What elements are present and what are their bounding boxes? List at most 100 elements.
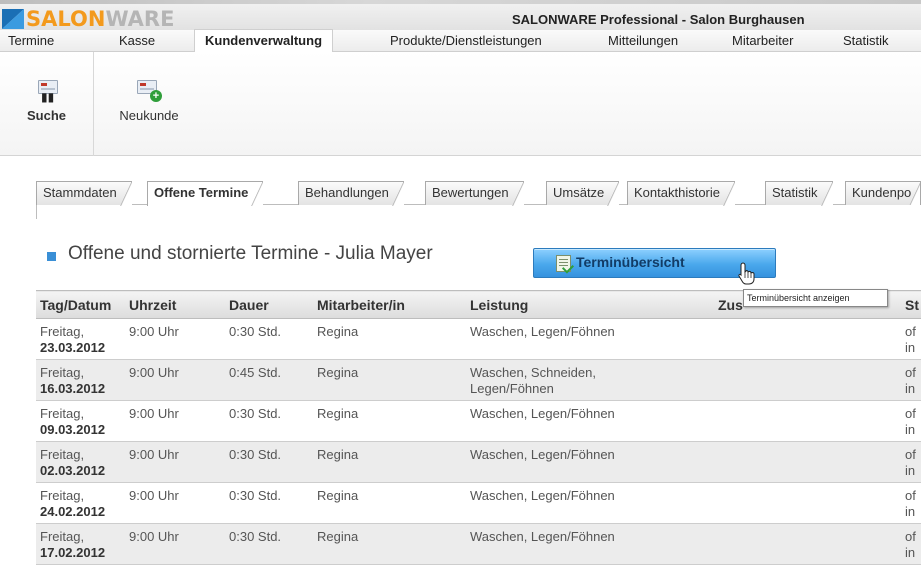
menu-item-termine[interactable]: Termine bbox=[8, 30, 54, 52]
tab-statistik[interactable]: Statistik bbox=[765, 181, 833, 206]
cell-weekday: Freitag, bbox=[40, 447, 85, 462]
cell-extra bbox=[714, 523, 901, 565]
cell-date-value: 09.03.2012 bbox=[40, 422, 106, 437]
tabs-left-border bbox=[36, 205, 37, 219]
cell-date-value: 24.02.2012 bbox=[40, 504, 106, 519]
cell-service: Waschen, Legen/Föhnen bbox=[466, 318, 714, 360]
cell-duration: 0:30 Std. bbox=[225, 482, 313, 524]
title-bar: SALONWARE SALONWARE Professional - Salon… bbox=[0, 0, 921, 30]
tab-behandlungen[interactable]: Behandlungen bbox=[298, 181, 404, 206]
main-menu: Termine Kasse Kundenverwaltung Produkte/… bbox=[0, 29, 921, 53]
cell-service-line2: Legen/Föhnen bbox=[470, 381, 554, 396]
logo-text-salon: SALON bbox=[26, 7, 106, 31]
cell-service-line1: Waschen, Legen/Föhnen bbox=[470, 447, 615, 462]
tab-kontakthistorie[interactable]: Kontakthistorie bbox=[627, 181, 735, 206]
cell-extra bbox=[714, 441, 901, 483]
cell-employee: Regina bbox=[313, 523, 466, 565]
cell-extra bbox=[714, 359, 901, 401]
cell-status: of in bbox=[901, 359, 921, 401]
cell-service: Waschen, Legen/Föhnen bbox=[466, 523, 714, 565]
table-row[interactable]: Freitag, 09.03.2012 9:00 Uhr 0:30 Std. Re… bbox=[36, 400, 921, 442]
plus-icon: + bbox=[150, 90, 162, 102]
search-button-label: Suche bbox=[26, 108, 66, 123]
search-button[interactable]: ▮▮ Suche bbox=[0, 52, 93, 156]
menu-item-kasse[interactable]: Kasse bbox=[119, 30, 155, 52]
header-leistung[interactable]: Leistung bbox=[466, 290, 714, 319]
menu-item-kundenverwaltung[interactable]: Kundenverwaltung bbox=[194, 29, 334, 53]
header-dauer[interactable]: Dauer bbox=[225, 290, 313, 319]
cell-date-value: 16.03.2012 bbox=[40, 381, 106, 396]
cell-service-line1: Waschen, Legen/Föhnen bbox=[470, 324, 615, 339]
appointments-table: Tag/Datum Uhrzeit Dauer Mitarbeiter/in L… bbox=[36, 290, 921, 565]
cell-duration: 0:30 Std. bbox=[225, 400, 313, 442]
table-row[interactable]: Freitag, 16.03.2012 9:00 Uhr 0:45 Std. Re… bbox=[36, 359, 921, 401]
terminuebersicht-button-label: Terminübersicht bbox=[576, 254, 685, 270]
table-row[interactable]: Freitag, 17.02.2012 9:00 Uhr 0:30 Std. Re… bbox=[36, 523, 921, 565]
cell-duration: 0:45 Std. bbox=[225, 359, 313, 401]
cell-service-line1: Waschen, Legen/Föhnen bbox=[470, 488, 615, 503]
cell-status-line1: of bbox=[905, 529, 916, 544]
cell-status-line1: of bbox=[905, 406, 916, 421]
cell-service: Waschen, Legen/Föhnen bbox=[466, 441, 714, 483]
logo-text: SALONWARE bbox=[26, 7, 175, 31]
cell-weekday: Freitag, bbox=[40, 529, 85, 544]
cell-service: Waschen, Legen/Föhnen bbox=[466, 400, 714, 442]
cell-extra bbox=[714, 400, 901, 442]
menu-item-produkte[interactable]: Produkte/Dienstleistungen bbox=[390, 30, 542, 52]
app-logo: SALONWARE bbox=[2, 8, 174, 30]
header-tag-datum[interactable]: Tag/Datum bbox=[36, 290, 125, 319]
cell-status-line2: in bbox=[905, 504, 916, 519]
menu-item-mitteilungen[interactable]: Mitteilungen bbox=[608, 30, 678, 52]
cell-status-line2: in bbox=[905, 463, 916, 478]
table-row[interactable]: Freitag, 02.03.2012 9:00 Uhr 0:30 Std. Re… bbox=[36, 441, 921, 483]
cell-status-line2: in bbox=[905, 545, 916, 560]
cell-date: Freitag, 16.03.2012 bbox=[36, 359, 125, 401]
new-customer-button[interactable]: + Neukunde bbox=[94, 52, 204, 156]
table-row[interactable]: Freitag, 24.02.2012 9:00 Uhr 0:30 Std. Re… bbox=[36, 482, 921, 524]
cell-duration: 0:30 Std. bbox=[225, 441, 313, 483]
header-status[interactable]: St bbox=[901, 290, 921, 319]
menu-item-mitarbeiter[interactable]: Mitarbeiter bbox=[732, 30, 793, 52]
tab-bewertungen[interactable]: Bewertungen bbox=[425, 181, 524, 206]
header-uhrzeit[interactable]: Uhrzeit bbox=[125, 290, 225, 319]
cell-service-line1: Waschen, Legen/Föhnen bbox=[470, 529, 615, 544]
cell-employee: Regina bbox=[313, 482, 466, 524]
menu-item-statistik[interactable]: Statistik bbox=[843, 30, 889, 52]
cell-employee: Regina bbox=[313, 359, 466, 401]
tab-umsaetze[interactable]: Umsätze bbox=[546, 181, 620, 206]
cell-weekday: Freitag, bbox=[40, 365, 85, 380]
cell-date: Freitag, 09.03.2012 bbox=[36, 400, 125, 442]
hand-cursor-icon bbox=[738, 262, 755, 285]
cell-status: of in bbox=[901, 400, 921, 442]
title-bar-stripe bbox=[0, 0, 921, 4]
section-bullet-icon bbox=[47, 252, 56, 261]
cell-employee: Regina bbox=[313, 400, 466, 442]
tab-stammdaten[interactable]: Stammdaten bbox=[36, 181, 132, 206]
binoculars-icon: ▮▮ bbox=[41, 90, 55, 104]
cell-status-line2: in bbox=[905, 381, 916, 396]
cell-status-line2: in bbox=[905, 340, 916, 355]
toolbar: ▮▮ Suche + Neukunde bbox=[0, 52, 921, 156]
cell-time: 9:00 Uhr bbox=[125, 318, 225, 360]
section-title: Offene und stornierte Termine - Julia Ma… bbox=[68, 243, 433, 264]
cell-date-value: 23.03.2012 bbox=[40, 340, 106, 355]
cell-status: of in bbox=[901, 523, 921, 565]
cell-status-line2: in bbox=[905, 422, 916, 437]
table-row[interactable]: Freitag, 23.03.2012 9:00 Uhr 0:30 Std. Re… bbox=[36, 318, 921, 360]
tab-kundenportal[interactable]: Kundenpo bbox=[845, 181, 921, 205]
cell-date: Freitag, 23.03.2012 bbox=[36, 318, 125, 360]
cell-duration: 0:30 Std. bbox=[225, 318, 313, 360]
logo-text-ware: WARE bbox=[105, 7, 175, 31]
header-mitarbeiter[interactable]: Mitarbeiter/in bbox=[313, 290, 466, 319]
cell-service: Waschen, Legen/Föhnen bbox=[466, 482, 714, 524]
terminuebersicht-tooltip: Terminübersicht anzeigen bbox=[743, 289, 888, 307]
cell-service: Waschen, Schneiden, Legen/Föhnen bbox=[466, 359, 714, 401]
cell-service-line1: Waschen, Legen/Föhnen bbox=[470, 406, 615, 421]
cell-time: 9:00 Uhr bbox=[125, 359, 225, 401]
new-customer-button-label: Neukunde bbox=[119, 108, 179, 123]
cell-employee: Regina bbox=[313, 318, 466, 360]
cell-time: 9:00 Uhr bbox=[125, 400, 225, 442]
tab-offene-termine[interactable]: Offene Termine bbox=[147, 181, 264, 206]
cell-date: Freitag, 17.02.2012 bbox=[36, 523, 125, 565]
logo-mark-icon bbox=[2, 9, 24, 29]
